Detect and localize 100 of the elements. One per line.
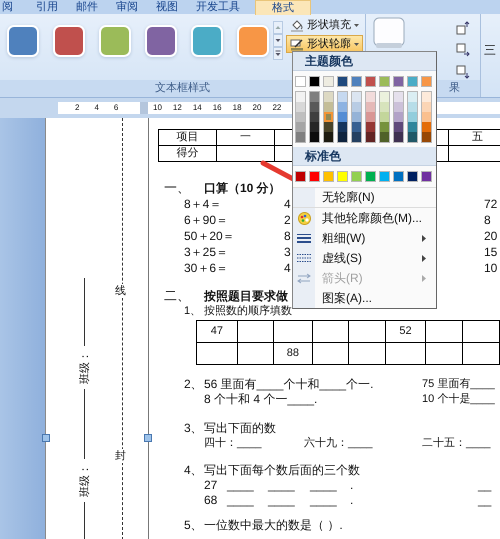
style-swatch[interactable] bbox=[239, 27, 267, 55]
menu-item[interactable]: 图案(A)... bbox=[293, 288, 436, 308]
color-swatch[interactable] bbox=[394, 92, 403, 102]
color-swatch[interactable] bbox=[338, 122, 347, 132]
color-swatch[interactable] bbox=[393, 171, 404, 182]
color-swatch[interactable] bbox=[393, 76, 404, 87]
color-swatch[interactable] bbox=[365, 171, 376, 182]
color-swatch[interactable] bbox=[352, 112, 361, 122]
color-swatch[interactable] bbox=[408, 112, 417, 122]
color-swatch[interactable] bbox=[338, 132, 347, 142]
binding-label: 班级： bbox=[78, 351, 92, 384]
color-swatch[interactable] bbox=[296, 132, 305, 142]
color-swatch[interactable] bbox=[310, 122, 319, 132]
color-swatch[interactable] bbox=[366, 112, 375, 122]
color-swatch[interactable] bbox=[380, 132, 389, 142]
style-swatch[interactable] bbox=[193, 27, 221, 55]
color-swatch[interactable] bbox=[338, 112, 347, 122]
menu-item[interactable]: 无轮廓(N) bbox=[293, 188, 436, 208]
color-swatch[interactable] bbox=[351, 76, 362, 87]
color-swatch[interactable] bbox=[324, 92, 333, 102]
color-swatch[interactable] bbox=[324, 132, 333, 142]
color-swatch[interactable] bbox=[422, 132, 431, 142]
color-swatch[interactable] bbox=[380, 112, 389, 122]
color-swatch[interactable] bbox=[296, 92, 305, 102]
ribbon-tab[interactable]: 格式 bbox=[255, 0, 311, 14]
color-swatch[interactable] bbox=[309, 76, 320, 87]
menu-item[interactable]: 虚线(S) bbox=[293, 248, 436, 268]
color-swatch[interactable] bbox=[380, 92, 389, 102]
color-swatch[interactable] bbox=[422, 102, 431, 112]
shadow-effect-button[interactable] bbox=[372, 17, 406, 49]
color-swatch[interactable] bbox=[324, 102, 333, 112]
color-swatch[interactable] bbox=[352, 132, 361, 142]
color-swatch[interactable] bbox=[310, 112, 319, 122]
resize-handle[interactable] bbox=[42, 434, 50, 442]
color-swatch[interactable] bbox=[408, 92, 417, 102]
color-swatch[interactable] bbox=[310, 102, 319, 112]
color-swatch[interactable] bbox=[421, 76, 432, 87]
nudge-down-icon[interactable] bbox=[456, 65, 470, 79]
color-swatch[interactable] bbox=[407, 171, 418, 182]
color-swatch[interactable] bbox=[324, 122, 333, 132]
color-swatch[interactable] bbox=[408, 102, 417, 112]
color-swatch[interactable] bbox=[337, 171, 348, 182]
nudge-up-icon[interactable] bbox=[456, 21, 470, 35]
style-swatch[interactable] bbox=[147, 27, 175, 55]
color-swatch[interactable] bbox=[394, 102, 403, 112]
color-swatch[interactable] bbox=[380, 122, 389, 132]
nudge-right-icon[interactable] bbox=[456, 43, 470, 57]
color-swatch[interactable] bbox=[365, 76, 376, 87]
more-icon[interactable] bbox=[273, 47, 283, 60]
color-swatch[interactable] bbox=[338, 102, 347, 112]
ribbon-tab[interactable]: 邮件 bbox=[67, 0, 107, 14]
color-swatch[interactable] bbox=[394, 112, 403, 122]
menu-item[interactable]: 其他轮廓颜色(M)... bbox=[293, 208, 436, 228]
ribbon-button[interactable]: 三 bbox=[484, 42, 500, 59]
color-swatch[interactable] bbox=[296, 122, 305, 132]
color-swatch[interactable] bbox=[422, 122, 431, 132]
style-swatch[interactable] bbox=[101, 27, 129, 55]
color-swatch[interactable] bbox=[310, 132, 319, 142]
color-swatch[interactable] bbox=[408, 122, 417, 132]
color-swatch[interactable] bbox=[352, 102, 361, 112]
color-swatch[interactable] bbox=[366, 92, 375, 102]
color-swatch[interactable] bbox=[380, 102, 389, 112]
color-swatch[interactable] bbox=[352, 122, 361, 132]
color-swatch[interactable] bbox=[352, 92, 361, 102]
color-swatch[interactable] bbox=[338, 92, 347, 102]
ribbon-tab[interactable]: 开发工具 bbox=[187, 0, 249, 14]
color-swatch[interactable] bbox=[408, 132, 417, 142]
menu-item[interactable]: 粗细(W) bbox=[293, 228, 436, 248]
color-swatch[interactable] bbox=[296, 112, 305, 122]
style-swatch[interactable] bbox=[9, 27, 37, 55]
color-swatch[interactable] bbox=[309, 171, 320, 182]
scroll-down-icon[interactable] bbox=[273, 34, 283, 47]
color-swatch[interactable] bbox=[422, 92, 431, 102]
ribbon-tab[interactable]: 视图 bbox=[147, 0, 187, 14]
ribbon-tab[interactable]: 审阅 bbox=[107, 0, 147, 14]
color-swatch[interactable] bbox=[310, 92, 319, 102]
ribbon-tab[interactable]: 引用 bbox=[27, 0, 67, 14]
color-swatch[interactable] bbox=[323, 171, 334, 182]
color-swatch[interactable] bbox=[379, 76, 390, 87]
color-swatch[interactable] bbox=[422, 112, 431, 122]
color-swatch[interactable] bbox=[421, 171, 432, 182]
color-swatch[interactable] bbox=[366, 132, 375, 142]
color-swatch[interactable] bbox=[379, 171, 390, 182]
color-swatch[interactable] bbox=[296, 102, 305, 112]
shape-style-button[interactable]: 形状轮廓 bbox=[286, 35, 363, 53]
color-swatch[interactable] bbox=[394, 132, 403, 142]
color-swatch[interactable] bbox=[295, 171, 306, 182]
color-swatch[interactable] bbox=[295, 76, 306, 87]
color-swatch[interactable] bbox=[351, 171, 362, 182]
color-swatch[interactable] bbox=[337, 76, 348, 87]
color-swatch[interactable] bbox=[407, 76, 418, 87]
resize-handle[interactable] bbox=[144, 434, 152, 442]
color-swatch[interactable] bbox=[324, 112, 333, 122]
color-swatch[interactable] bbox=[366, 102, 375, 112]
color-swatch[interactable] bbox=[366, 122, 375, 132]
ribbon-tab[interactable]: 阅 bbox=[0, 0, 27, 14]
style-swatch[interactable] bbox=[55, 27, 83, 55]
shape-style-button[interactable]: 形状填充 bbox=[286, 16, 363, 34]
color-swatch[interactable] bbox=[323, 76, 334, 87]
color-swatch[interactable] bbox=[394, 122, 403, 132]
